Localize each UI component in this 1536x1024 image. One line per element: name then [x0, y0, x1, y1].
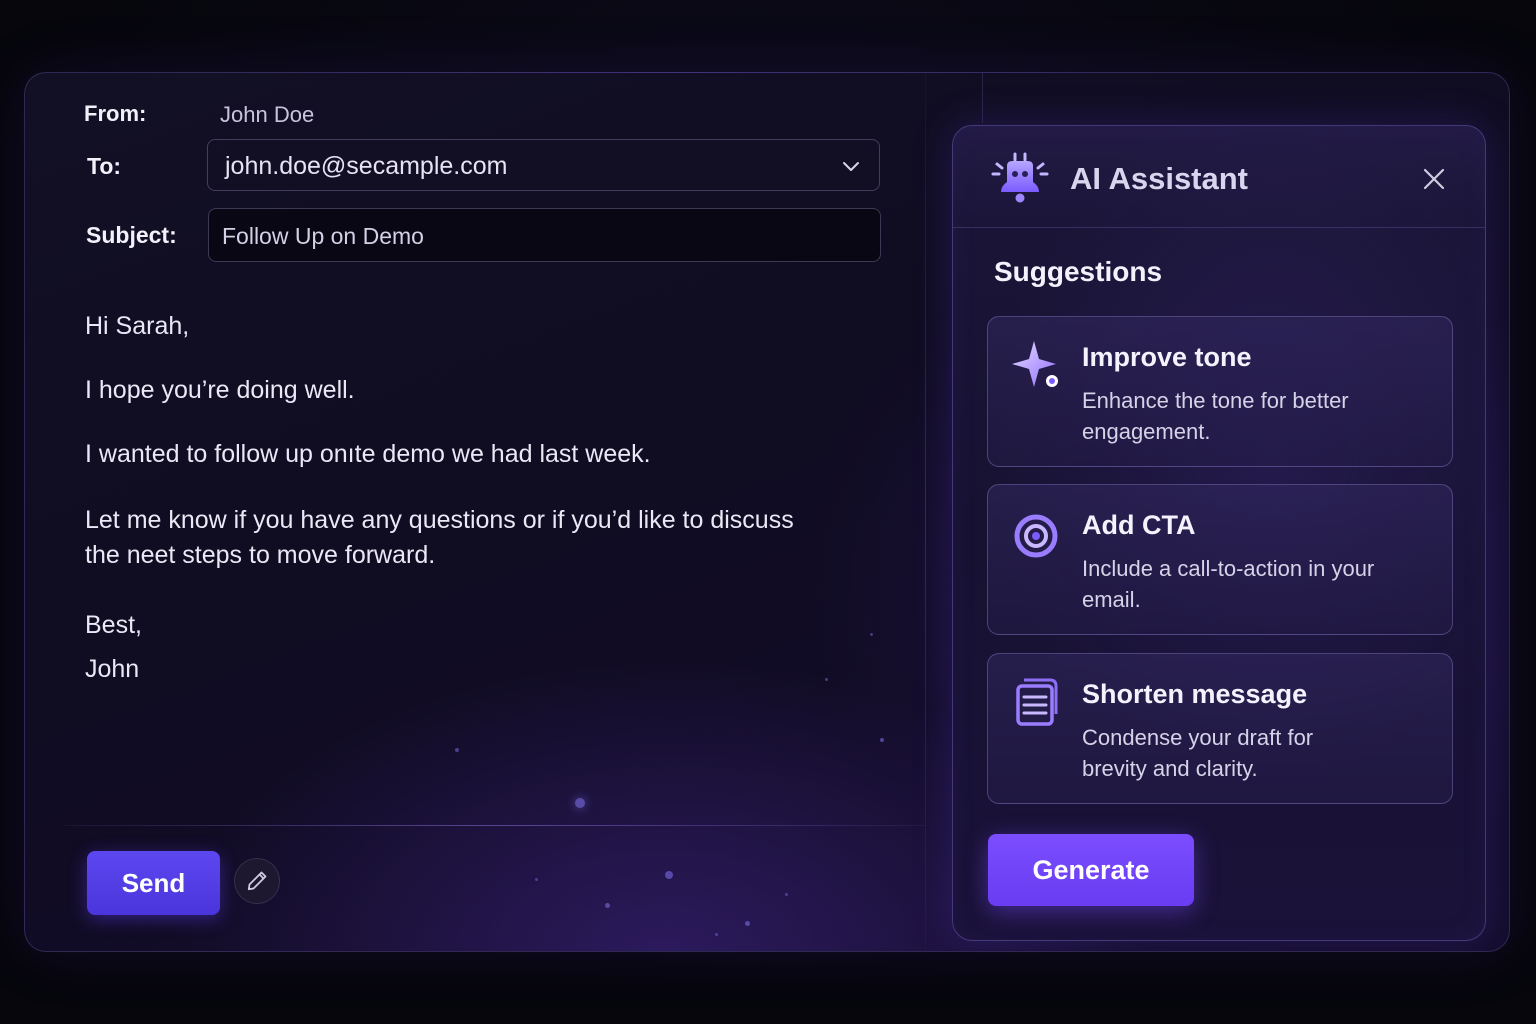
- sparkle-dot: [455, 748, 459, 752]
- email-compose-window: From: John Doe To: john.doe@secample.com…: [24, 72, 1510, 952]
- from-value: John Doe: [220, 102, 315, 127]
- subject-label: Subject:: [86, 222, 177, 248]
- sparkle-dot: [665, 871, 673, 879]
- app-stage: From: John Doe To: john.doe@secample.com…: [0, 0, 1536, 1024]
- top-divider: [982, 73, 983, 123]
- sparkle-dot: [785, 893, 788, 896]
- footer-divider: [65, 825, 925, 826]
- pencil-icon: [247, 871, 267, 891]
- document-icon: [1016, 678, 1058, 726]
- sparkle-dot: [535, 878, 538, 881]
- body-line-2: I wanted to follow up onıte demo we had …: [85, 440, 651, 468]
- to-label: To:: [87, 153, 122, 179]
- edit-button[interactable]: [234, 858, 280, 904]
- suggestion-description: Include a call-to-action in your email.: [1082, 556, 1375, 612]
- sparkle-dot: [880, 738, 884, 742]
- sparkle-dot: [605, 903, 610, 908]
- compose-divider: [925, 73, 926, 951]
- suggestions-title: Suggestions: [994, 256, 1163, 287]
- ai-assistant-title: AI Assistant: [1070, 161, 1249, 196]
- suggestion-description: Enhance the tone for better engagement.: [1082, 388, 1349, 444]
- suggestion-title: Improve tone: [1082, 342, 1252, 372]
- to-value: john.doe@secample.com: [225, 152, 508, 180]
- close-icon[interactable]: [1419, 164, 1449, 194]
- suggestion-title: Add CTA: [1082, 510, 1196, 540]
- sparkle-icon: [1012, 341, 1058, 387]
- subject-input[interactable]: Follow Up on Demo: [208, 208, 881, 262]
- body-signoff: Best,: [85, 611, 142, 639]
- body-line-1: I hope you’re doing well.: [85, 376, 355, 404]
- chevron-down-icon[interactable]: [839, 154, 863, 178]
- sparkle-dot: [575, 798, 585, 808]
- from-label: From:: [84, 101, 147, 126]
- sparkle-dot: [870, 633, 873, 636]
- suggestion-description: Condense your draft for brevity and clar…: [1082, 725, 1314, 781]
- to-dropdown[interactable]: john.doe@secample.com: [207, 139, 880, 191]
- robot-icon: [991, 152, 1049, 203]
- subject-value: Follow Up on Demo: [222, 223, 424, 249]
- ai-assistant-header: AI Assistant: [953, 126, 1485, 228]
- ai-assistant-panel: AI Assistant Suggestions Improve tone En…: [952, 125, 1486, 941]
- suggestion-card-improve-tone[interactable]: Improve tone Enhance the tone for better…: [987, 316, 1453, 467]
- body-line-3: Let me know if you have any questions or…: [85, 506, 794, 569]
- sparkle-dot: [825, 678, 828, 681]
- sparkle-dot: [715, 933, 718, 936]
- sparkle-dot: [745, 921, 750, 926]
- send-button[interactable]: Send: [87, 851, 220, 915]
- generate-button[interactable]: Generate: [988, 834, 1194, 906]
- suggestion-card-add-cta[interactable]: Add CTA Include a call-to-action in your…: [987, 484, 1453, 635]
- suggestion-card-shorten-message[interactable]: Shorten message Condense your draft for …: [987, 653, 1453, 804]
- body-greeting: Hi Sarah,: [85, 312, 190, 340]
- target-icon: [1014, 514, 1058, 558]
- suggestion-title: Shorten message: [1082, 679, 1308, 709]
- body-signature: John: [85, 655, 140, 683]
